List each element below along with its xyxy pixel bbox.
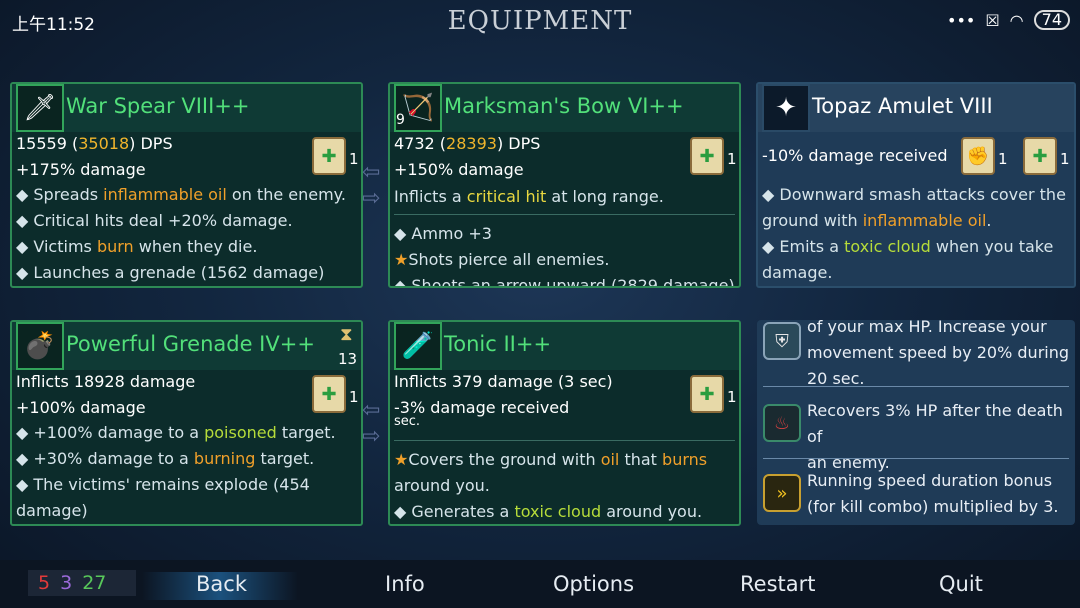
dps-stat: 4732 (28393) DPS [394, 134, 541, 153]
affix-list: ★Covers the ground with oil that burns a… [394, 447, 708, 524]
affix: ◆ Spreads inflammable oil on the enemy. [16, 185, 346, 204]
dps-stat: 15559 (35018) DPS [16, 134, 173, 153]
duration-stat: sec. [394, 414, 421, 429]
chevrons-icon: » [763, 474, 801, 512]
affix: damage) [16, 501, 88, 520]
scroll-count: 1 [349, 150, 359, 168]
amulet-icon: ✦ [762, 84, 810, 132]
swap-left-arrow-icon[interactable]: ⇦ [362, 398, 380, 423]
card-header [390, 322, 739, 370]
item-name: War Spear VIII++ [66, 94, 250, 118]
damage-stat: Inflicts 379 damage (3 sec) [394, 372, 613, 391]
spear-icon: 🗡 [16, 84, 64, 132]
affix: ◆ Downward smash attacks cover the [762, 185, 1066, 204]
cooldown-value: 13 [338, 350, 358, 368]
affix-list: ◆ +100% damage to a poisoned target. ◆ +… [16, 420, 336, 524]
damage-received-stat: -3% damage received [394, 398, 570, 417]
affix: ◆ Victims burn when they die. [16, 237, 258, 256]
swap-right-arrow-icon[interactable]: ⇨ [362, 424, 380, 449]
item-name: Powerful Grenade IV++ [66, 332, 315, 356]
divider [763, 458, 1069, 459]
green-scroll-count: 1 [1060, 150, 1070, 168]
affix: ◆ Launches a grenade (1562 damage) [16, 263, 325, 282]
mutation-description: Recovers 3% HP after the death of an ene… [807, 401, 1063, 472]
damage-stat: +175% damage [16, 160, 146, 179]
affix-list: ◆ Ammo +3 ★Shots pierce all enemies. ◆ S… [394, 221, 735, 288]
affix: ◆ +100% damage to a poisoned target. [16, 423, 336, 442]
restart-button[interactable]: Restart [740, 572, 815, 596]
info-button[interactable]: Info [385, 572, 425, 596]
affix: damage. [762, 263, 833, 282]
fangs-icon: ♨ [763, 404, 801, 442]
item-name: Topaz Amulet VIII [812, 94, 993, 118]
mutation-item[interactable]: ♨ Recovers 3% HP after the death of an e… [763, 398, 1071, 472]
affix: ★Covers the ground with oil that burns [394, 450, 708, 469]
scroll-icon: ✚ [312, 375, 346, 413]
damage-stat: Inflicts 18928 damage [16, 372, 196, 391]
weapon-card-bow[interactable]: 🏹 9 Marksman's Bow VI++ 4732 (28393) DPS… [388, 82, 741, 288]
green-scroll-icon: ✚ [1023, 137, 1057, 175]
affix: Inflicts a critical hit at long range. [394, 187, 664, 206]
quit-button[interactable]: Quit [939, 572, 983, 596]
damage-stat: +150% damage [394, 160, 524, 179]
page-title: EQUIPMENT [447, 6, 633, 36]
divider [394, 214, 735, 215]
mutation-item[interactable]: » Running speed duration bonus (for kill… [763, 468, 1071, 524]
hourglass-icon: ⧗ [340, 324, 353, 345]
affix: ◆ Generates a toxic cloud around you. [394, 502, 703, 521]
scroll-count: 1 [349, 388, 359, 406]
divider [763, 386, 1069, 387]
swap-right-arrow-icon[interactable]: ⇨ [362, 186, 380, 211]
mutation-description: of your max HP. Increase your movement s… [807, 320, 1070, 388]
bonus-stat: +100% damage [16, 398, 146, 417]
scroll-icon: ✚ [690, 375, 724, 413]
cell-counters: 5 3 27 [28, 570, 136, 596]
affix: ◆ +30% damage to a burning target. [16, 449, 315, 468]
divider [394, 440, 735, 441]
grenade-icon: 💣 [16, 322, 64, 370]
options-button[interactable]: Options [553, 572, 634, 596]
mutations-panel[interactable]: ⛨ of your max HP. Increase your movement… [757, 320, 1075, 525]
affix-list: Inflicts a critical hit at long range. [394, 184, 664, 210]
skill-card-grenade[interactable]: 💣 Powerful Grenade IV++ ⧗ 13 Inflicts 18… [10, 320, 363, 526]
red-cell-count: 5 [38, 572, 51, 594]
back-button[interactable]: Back [196, 572, 247, 596]
item-name: Marksman's Bow VI++ [444, 94, 684, 118]
scroll-icon: ✚ [312, 137, 346, 175]
affix: ◆ The victims' remains explode (454 [16, 475, 310, 494]
scroll-count: 1 [727, 388, 737, 406]
affix: ◆ Emits a toxic cloud when you take [762, 237, 1054, 256]
red-scroll-icon: ✊ [961, 137, 995, 175]
damage-received-stat: -10% damage received [762, 146, 948, 165]
mutation-item[interactable]: ⛨ of your max HP. Increase your movement… [763, 320, 1071, 388]
scroll-count: 1 [727, 150, 737, 168]
amulet-card[interactable]: ✦ Topaz Amulet VIII -10% damage received… [756, 82, 1076, 288]
weapon-card-spear[interactable]: 🗡 War Spear VIII++ 15559 (35018) DPS +17… [10, 82, 363, 288]
green-cell-count: 27 [82, 572, 107, 594]
affix: ◆ Shoots an arrow upward (2829 damage) [394, 276, 735, 288]
affix-list: ◆ Spreads inflammable oil on the enemy. … [16, 182, 346, 286]
affix: ◆ Critical hits deal +20% damage. [16, 211, 293, 230]
shield-icon: ⛨ [763, 322, 801, 360]
level-badge: 9 [396, 112, 405, 128]
swap-left-arrow-icon[interactable]: ⇦ [362, 160, 380, 185]
affix-list: ◆ Downward smash attacks cover the groun… [762, 182, 1066, 286]
affix: ground with inflammable oil. [762, 211, 992, 230]
mutation-description: Running speed duration bonus (for kill c… [807, 471, 1059, 516]
scroll-icon: ✚ [690, 137, 724, 175]
purple-cell-count: 3 [60, 572, 73, 594]
affix: ◆ Ammo +3 [394, 224, 492, 243]
tonic-icon: 🧪 [394, 322, 442, 370]
red-scroll-count: 1 [998, 150, 1008, 168]
item-name: Tonic II++ [444, 332, 552, 356]
skill-card-tonic[interactable]: 🧪 Tonic II++ Inflicts 379 damage (3 sec)… [388, 320, 741, 526]
affix: ★Shots pierce all enemies. [394, 250, 610, 269]
affix: around you. [394, 476, 490, 495]
